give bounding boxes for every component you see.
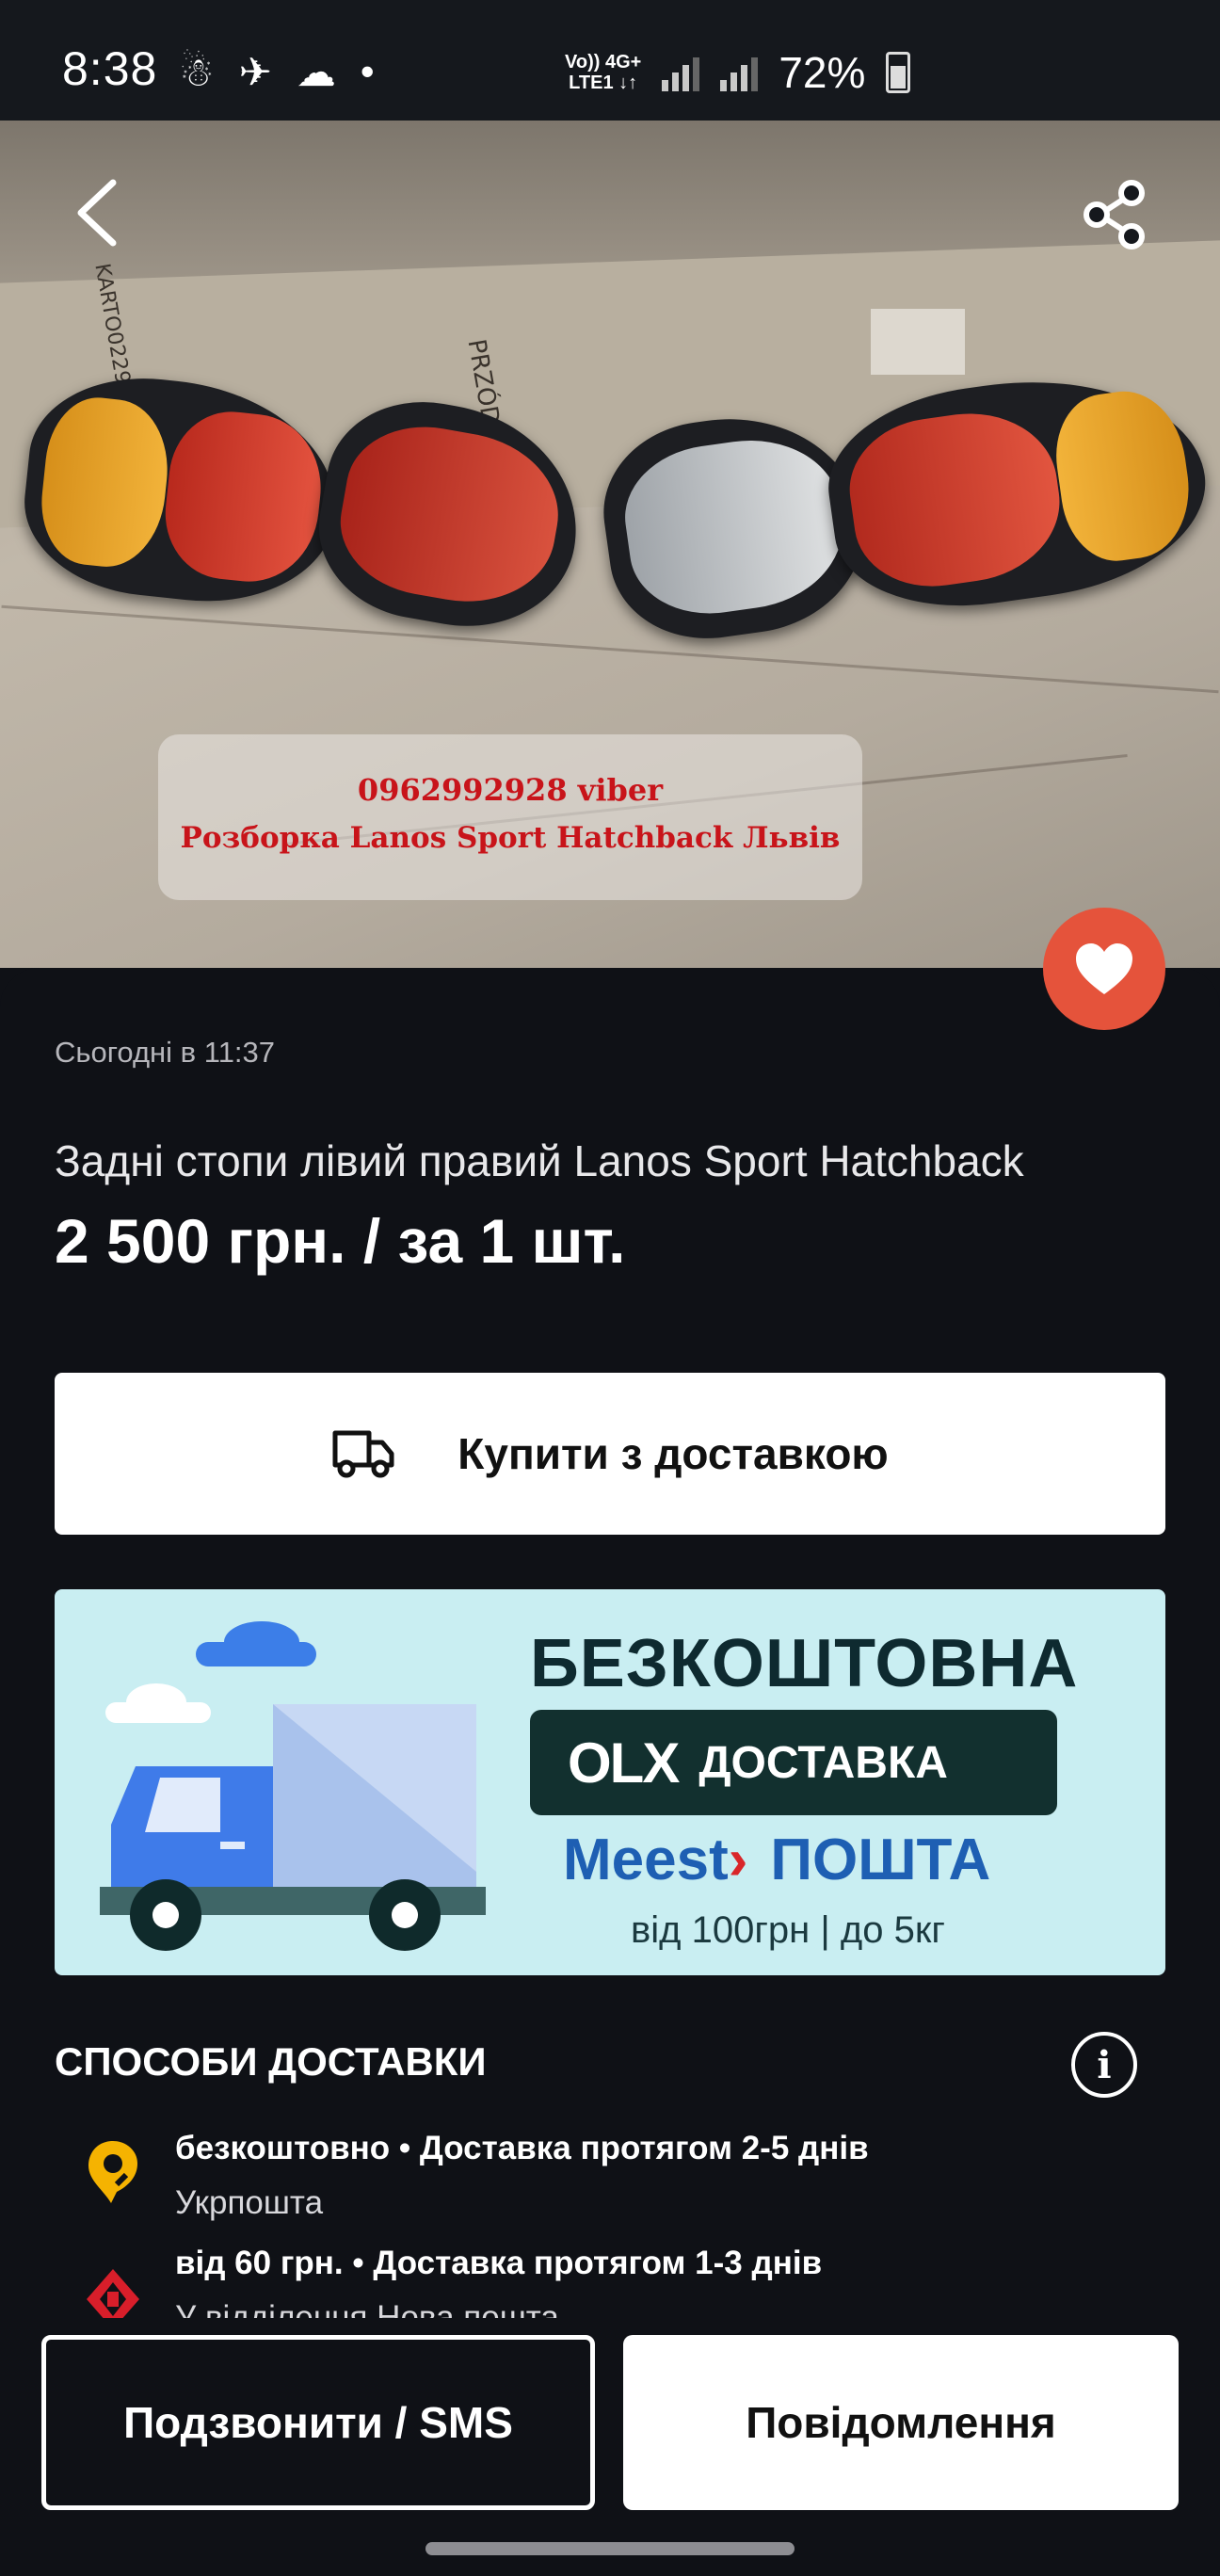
network-bottom: LTE1 ↓↑	[569, 72, 638, 93]
watermark-shop: Розборка Lanos Sport Hatchback Львів	[180, 821, 841, 855]
cloud-icon: ☁	[296, 50, 336, 94]
status-right: Vo)) 4G+ LTE1 ↓↑ 72%	[565, 47, 911, 98]
meest-text: Meest	[563, 1827, 729, 1892]
buy-with-delivery-button[interactable]: Купити з доставкою	[55, 1373, 1165, 1535]
delivery-truck-illustration	[100, 1621, 486, 1951]
status-time: 8:38	[62, 42, 158, 95]
buy-button-label: Купити з доставкою	[458, 1429, 889, 1478]
crease	[1, 604, 1219, 694]
back-button[interactable]	[66, 175, 132, 250]
post-text: ПОШТА	[770, 1827, 991, 1892]
network-top: Vo)) 4G+	[565, 52, 642, 72]
banner-conditions: від 100грн | до 5кг	[631, 1909, 945, 1951]
ukrposhta-icon	[88, 2141, 137, 2203]
olx-delivery-text: ДОСТАВКА	[698, 1737, 948, 1788]
info-icon[interactable]: i	[1071, 2032, 1137, 2098]
signal-1-icon	[662, 54, 700, 91]
battery-percent: 72%	[779, 48, 866, 97]
network-indicator: Vo)) 4G+ LTE1 ↓↑	[565, 52, 641, 93]
listing-title: Задні стопи лівий правий Lanos Sport Hat…	[55, 1136, 1024, 1185]
chevron-left-icon	[77, 179, 117, 247]
telegram-icon: ✈	[238, 50, 272, 94]
status-bar: 8:38 ☃ ✈ ☁ • Vo)) 4G+ LTE1 ↓↑ 72%	[0, 0, 1220, 121]
home-indicator[interactable]	[425, 2542, 795, 2555]
more-notifications-icon: •	[360, 49, 375, 93]
delivery-method-main: від 60 грн. • Доставка протягом 1-3 днів	[175, 2245, 823, 2281]
signal-2-icon	[720, 54, 759, 91]
delivery-method-main: безкоштовно • Доставка протягом 2-5 днів	[175, 2130, 869, 2166]
share-button[interactable]	[1081, 179, 1148, 250]
watermark-phone: 0962992928 viber	[357, 772, 664, 808]
olx-delivery-badge: OLX ДОСТАВКА	[530, 1710, 1057, 1815]
listing-price: 2 500 грн. / за 1 шт.	[55, 1206, 626, 1276]
truck-icon	[332, 1430, 394, 1478]
listing-date: Сьогодні в 11:37	[55, 1036, 276, 1069]
banner-title: БЕЗКОШТОВНА	[530, 1626, 1079, 1701]
delivery-section-title: СПОСОБИ ДОСТАВКИ	[55, 2039, 487, 2084]
free-delivery-banner[interactable]: БЕЗКОШТОВНА OLX ДОСТАВКА Meest› ПОШТА від…	[55, 1589, 1165, 1975]
call-sms-button[interactable]: Подзвонити / SMS	[41, 2335, 595, 2510]
seller-watermark: 0962992928 viber Розборка Lanos Sport Ha…	[158, 734, 862, 900]
olx-logo: OLX	[568, 1731, 680, 1795]
heart-icon	[1076, 943, 1132, 994]
photo-gallery[interactable]: PRZÓD FRONT KARTO0229 0962992928 viber Р…	[0, 121, 1220, 968]
box-label	[871, 309, 965, 375]
favorite-button[interactable]	[1043, 908, 1165, 1030]
message-button[interactable]: Повідомлення	[623, 2335, 1179, 2510]
battery-icon	[886, 52, 911, 93]
snapchat-icon: ☃	[179, 50, 215, 94]
meest-post-logo: Meest› ПОШТА	[563, 1827, 990, 1893]
delivery-method-ukrposhta: безкоштовно • Доставка протягом 2-5 днів…	[55, 2130, 1165, 2243]
delivery-method-carrier: Укрпошта	[175, 2184, 324, 2221]
share-icon	[1084, 180, 1145, 250]
meest-mark-icon: ›	[728, 1827, 748, 1892]
notification-icons: ☃ ✈ ☁ •	[179, 49, 375, 95]
